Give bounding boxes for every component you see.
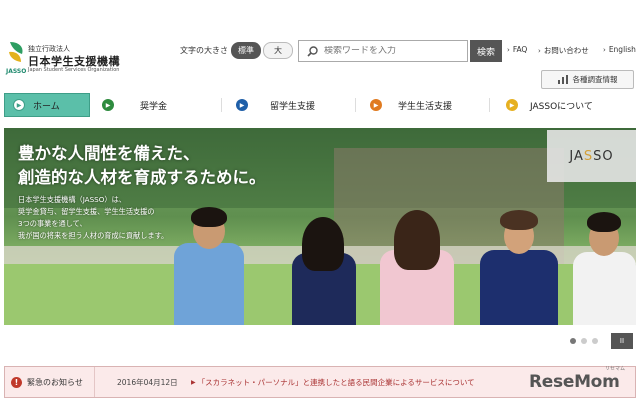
hero-description: 日本学生支援機構（JASSO）は、 奨学金貸与、留学生支援、学生生活支援の 3つ… — [18, 194, 168, 242]
chevron-right-icon: ▶ — [506, 99, 518, 111]
chevron-right-icon: ▶ — [191, 378, 196, 386]
notice-link-text: 「スカラネット・パーソナル」と連携したと語る民間企業によるサービスについて — [197, 377, 475, 387]
contact-link-label: お問い合わせ — [543, 46, 589, 55]
nav-item-label: 奨学金 — [140, 101, 168, 112]
emergency-notice-label: ! 緊急のお知らせ — [5, 367, 95, 397]
font-size-standard-button[interactable]: 標準 — [231, 42, 261, 59]
notice-date: 2016年04月12日 — [117, 377, 178, 387]
hero-logo-part: S — [583, 148, 594, 164]
nav-item-about-jasso[interactable]: ▶ JASSOについて — [490, 93, 630, 117]
notice-link[interactable]: ▶ 「スカラネット・パーソナル」と連携したと語る民間企業によるサービスについて — [191, 377, 475, 388]
logo-abbreviation: JASSO — [6, 68, 27, 75]
global-nav: ▶ ホーム ▶ 奨学金 ▶ 留学生支援 ▶ 学生生活支援 ▶ JASSOについて — [4, 93, 636, 117]
faq-link-label: FAQ — [512, 45, 528, 54]
faq-link[interactable]: › FAQ — [507, 45, 527, 54]
hero-headline-line-2: 創造的な人材を育成するために。 — [18, 168, 266, 187]
chevron-right-icon: ▶ — [13, 99, 25, 111]
jasso-leaf-icon — [9, 42, 23, 62]
chevron-right-icon: › — [538, 46, 541, 55]
emergency-notice-title: 緊急のお知らせ — [27, 377, 83, 387]
hero-headline: 豊かな人間性を備えた、 創造的な人材を育成するために。 — [18, 142, 266, 190]
slider-dot[interactable] — [581, 338, 587, 344]
nav-item-label: JASSOについて — [530, 101, 593, 112]
nav-item-label: 留学生支援 — [270, 101, 316, 112]
search-icon — [307, 45, 318, 57]
font-size-large-button[interactable]: 大 — [263, 42, 293, 59]
survey-info-button[interactable]: 各種調査情報 — [541, 70, 634, 89]
alert-icon: ! — [11, 376, 22, 388]
chevron-right-icon: › — [603, 45, 606, 54]
chevron-right-icon: ▶ — [102, 99, 114, 111]
slider-pagination — [570, 338, 598, 344]
nav-item-student-life[interactable]: ▶ 学生生活支援 — [356, 93, 490, 117]
hero-desc-line: 日本学生支援機構（JASSO）は、 — [18, 195, 126, 204]
nav-item-international-students[interactable]: ▶ 留学生支援 — [222, 93, 356, 117]
hero-logo-part: JA — [569, 148, 584, 164]
hero-headline-line-1: 豊かな人間性を備えた、 — [18, 144, 200, 163]
student-figure — [372, 208, 462, 325]
english-link[interactable]: › English — [603, 45, 636, 54]
nav-item-scholarship[interactable]: ▶ 奨学金 — [90, 93, 222, 117]
hero-desc-line: 3つの事業を通して、 — [18, 219, 87, 228]
resemom-watermark-sub: リセマム — [605, 366, 626, 372]
chevron-right-icon: › — [507, 45, 510, 54]
font-size-label: 文字の大きさ — [180, 46, 228, 55]
contact-link[interactable]: › お問い合わせ — [538, 45, 589, 56]
hero-banner[interactable]: JA S SO 豊かな人間性を備えた、 創造的な人材を育成するために。 日本学生支援… — [4, 128, 636, 325]
nav-item-label: 学生生活支援 — [398, 101, 453, 112]
nav-item-label: ホーム — [33, 101, 60, 112]
student-figure — [169, 203, 249, 325]
chevron-right-icon: ▶ — [370, 99, 382, 111]
resemom-watermark: ReseMom — [529, 372, 620, 392]
search-box — [298, 40, 468, 62]
search-button[interactable]: 検索 — [470, 40, 502, 62]
hero-jasso-logo: JA S SO — [547, 130, 636, 182]
hero-desc-line: 我が国の将来を担う人材の育成に貢献します。 — [18, 231, 169, 240]
english-link-label: English — [608, 45, 636, 54]
search-input[interactable] — [324, 46, 454, 56]
bar-chart-icon — [557, 75, 568, 84]
student-figure — [569, 208, 636, 325]
chevron-right-icon: ▶ — [236, 99, 248, 111]
slider-dot[interactable] — [592, 338, 598, 344]
jasso-logo[interactable]: 独立行政法人 日本学生支援機構 Japan Student Services O… — [6, 40, 136, 80]
logo-english: Japan Student Services Organization — [28, 67, 120, 73]
student-figure — [474, 206, 564, 325]
nav-item-home[interactable]: ▶ ホーム — [4, 93, 90, 117]
hero-logo-part: SO — [593, 148, 614, 164]
student-figure — [284, 213, 364, 325]
slider-dot[interactable] — [570, 338, 576, 344]
survey-info-label: 各種調査情報 — [572, 75, 618, 84]
hero-desc-line: 奨学金貸与、留学生支援、学生生活支援の — [18, 207, 155, 216]
slider-pause-button[interactable]: II — [611, 333, 633, 349]
